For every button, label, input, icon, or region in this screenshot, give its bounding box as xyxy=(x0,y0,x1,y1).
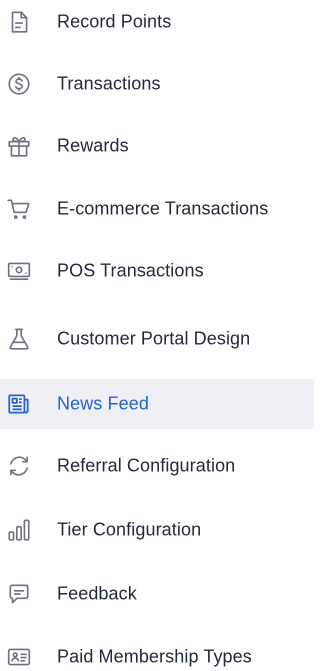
id-card-icon xyxy=(6,644,32,670)
sidebar-item-feedback[interactable]: Feedback xyxy=(0,569,314,619)
sidebar-item-rewards[interactable]: Rewards xyxy=(0,121,314,171)
newspaper-icon xyxy=(6,391,32,417)
sidebar-item-label: E-commerce Transactions xyxy=(57,198,269,219)
sidebar-item-label: Record Points xyxy=(57,11,172,32)
sidebar-item-label: Customer Portal Design xyxy=(57,328,251,349)
cart-icon xyxy=(6,196,32,222)
dollar-circle-icon xyxy=(6,71,32,97)
sidebar-item-customer-portal-design[interactable]: Customer Portal Design xyxy=(0,314,314,364)
document-icon xyxy=(6,9,32,35)
sidebar-nav: Record Points Transactions Rewards E-com… xyxy=(0,0,314,671)
sidebar-item-pos-transactions[interactable]: POS Transactions xyxy=(0,246,314,296)
chat-icon xyxy=(6,581,32,607)
sidebar-item-label: News Feed xyxy=(57,393,149,414)
sidebar-item-paid-membership-types[interactable]: Paid Membership Types xyxy=(0,632,314,671)
sidebar-item-label: POS Transactions xyxy=(57,260,204,281)
sidebar-item-tier-configuration[interactable]: Tier Configuration xyxy=(0,505,314,555)
sidebar-item-ecommerce-transactions[interactable]: E-commerce Transactions xyxy=(0,184,314,234)
sidebar-item-label: Tier Configuration xyxy=(57,519,202,540)
sidebar-item-referral-configuration[interactable]: Referral Configuration xyxy=(0,441,314,491)
sidebar-item-label: Feedback xyxy=(57,583,137,604)
sidebar-item-label: Rewards xyxy=(57,135,129,156)
refresh-icon xyxy=(6,453,32,479)
sidebar-item-label: Referral Configuration xyxy=(57,455,236,476)
cash-icon xyxy=(6,258,32,284)
flask-icon xyxy=(6,326,32,352)
sidebar-item-record-points[interactable]: Record Points xyxy=(0,0,314,47)
sidebar-item-news-feed[interactable]: News Feed xyxy=(0,379,314,429)
gift-icon xyxy=(6,133,32,159)
sidebar-item-label: Transactions xyxy=(57,73,161,94)
bar-chart-icon xyxy=(6,517,32,543)
sidebar-item-transactions[interactable]: Transactions xyxy=(0,59,314,109)
sidebar-item-label: Paid Membership Types xyxy=(57,646,252,667)
